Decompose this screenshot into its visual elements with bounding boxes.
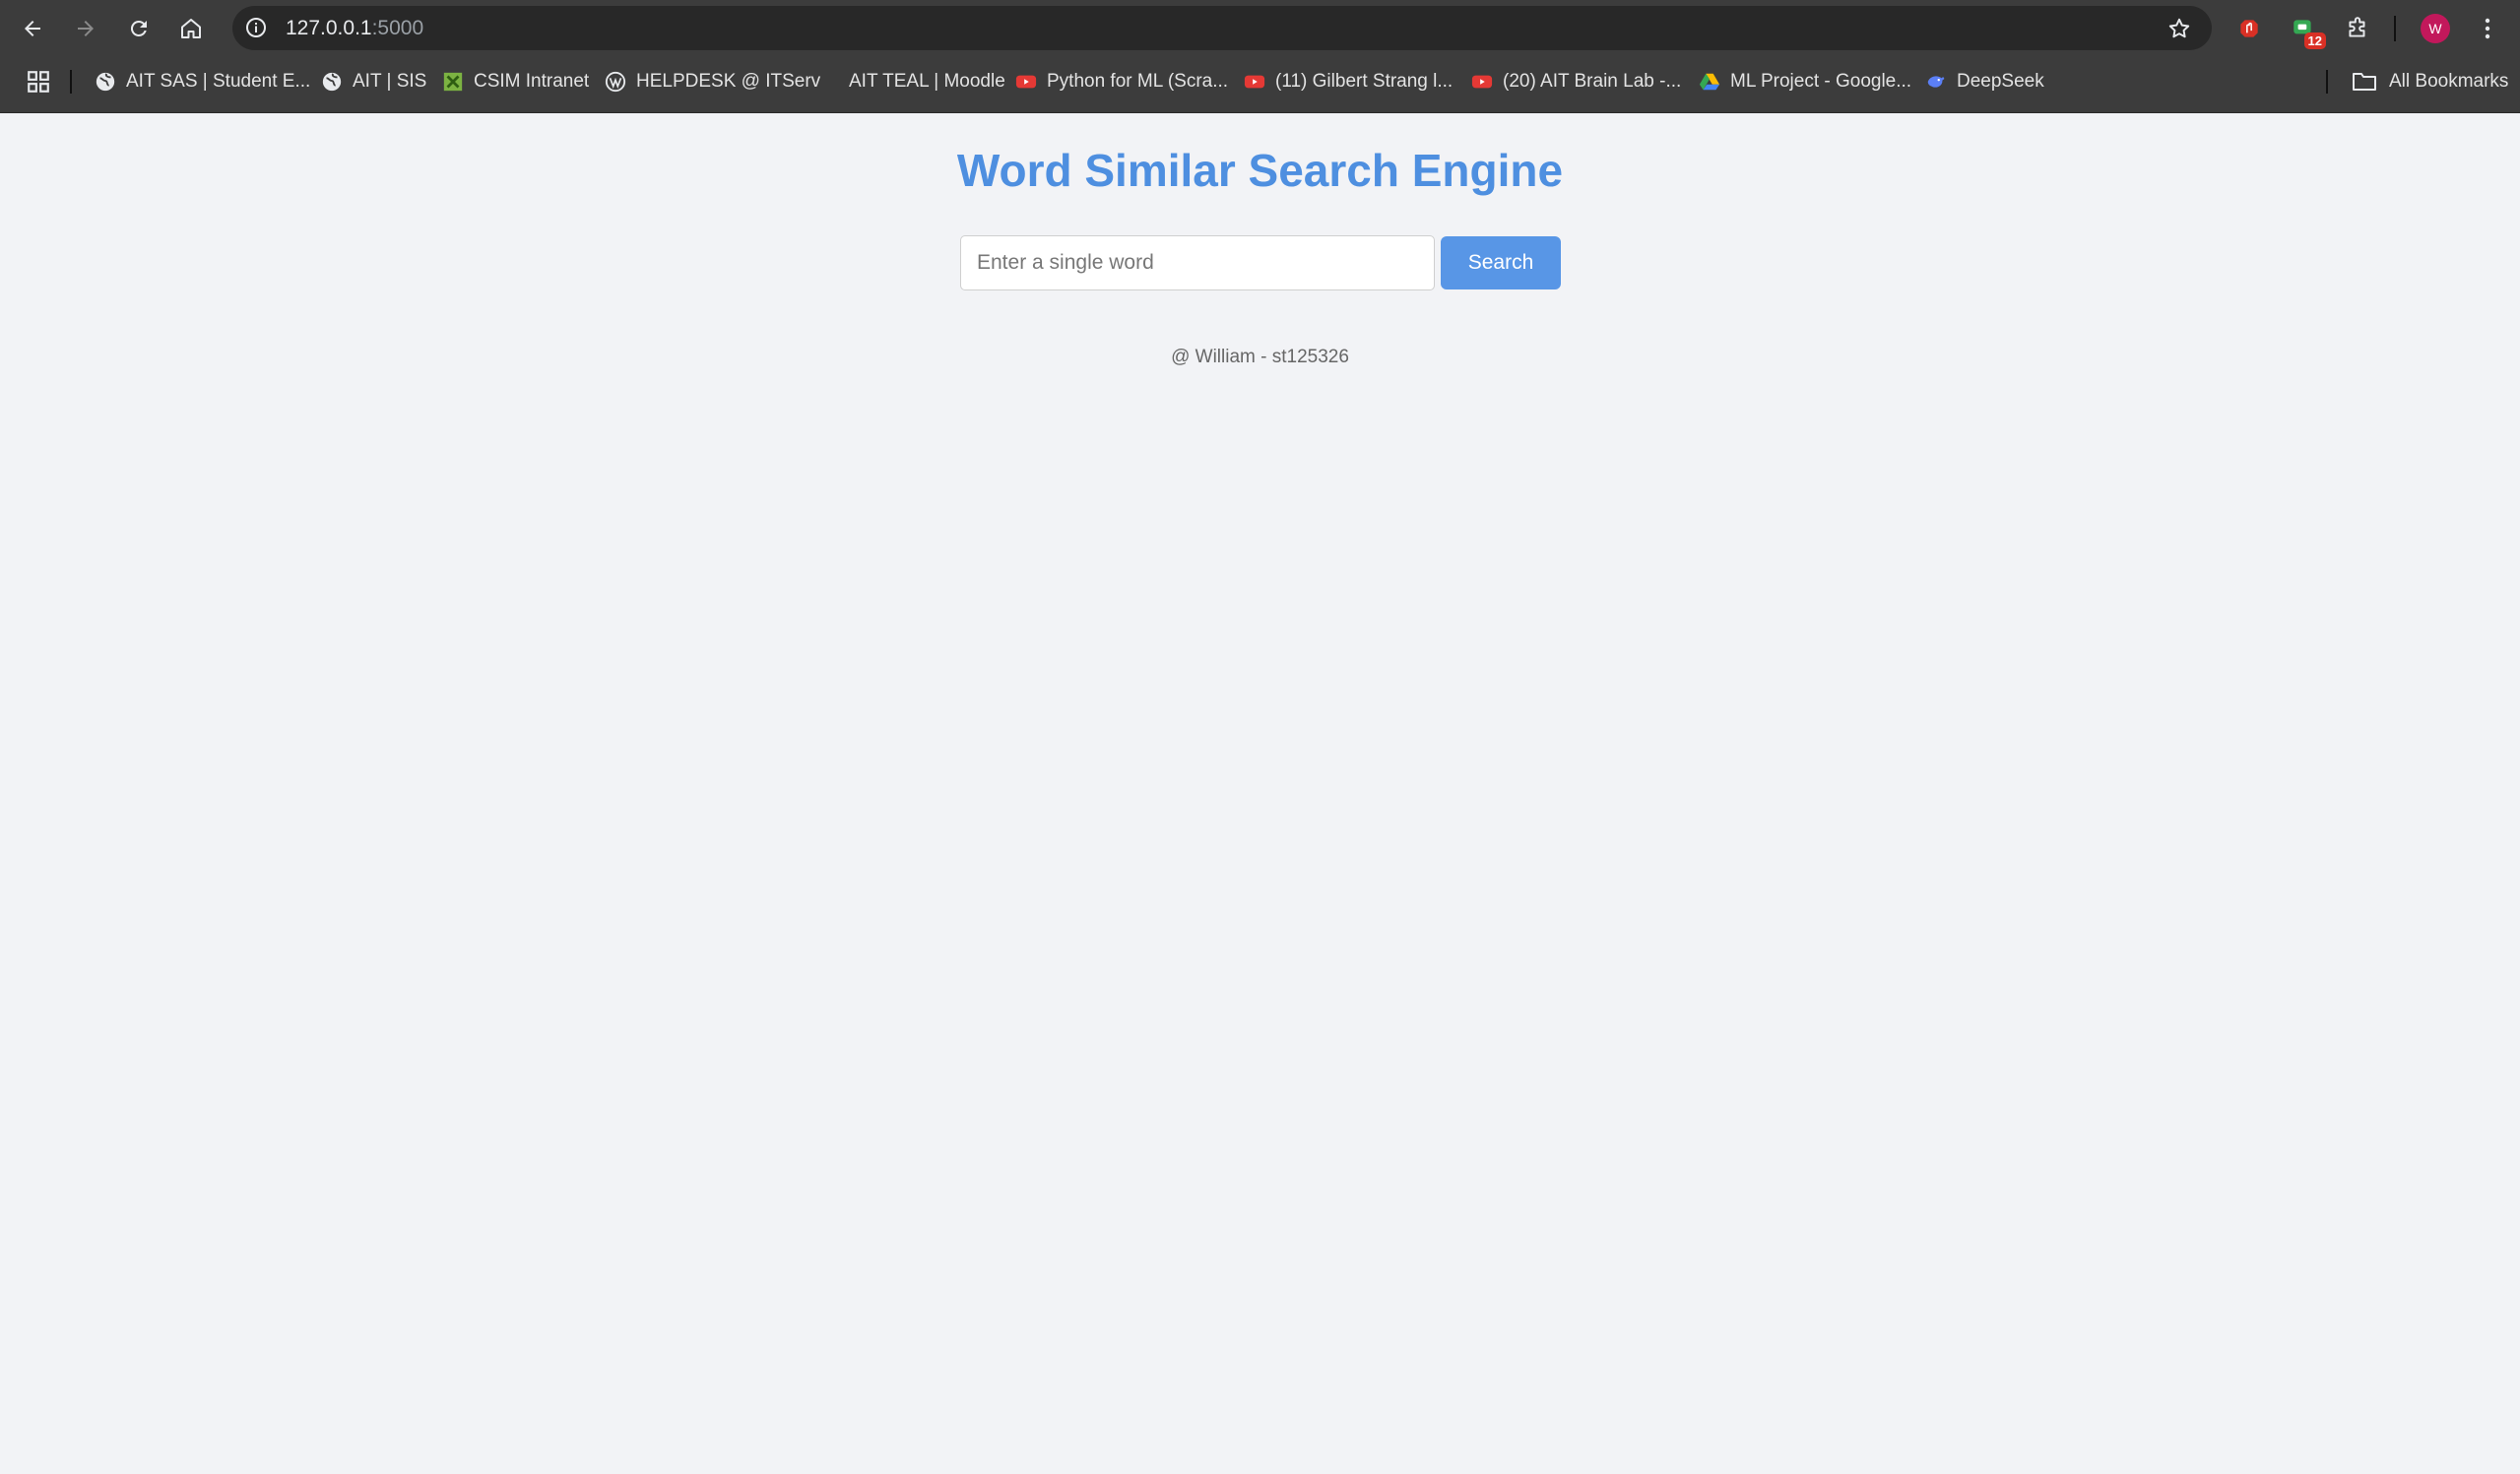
address-bar[interactable]: 127.0.0.1:5000: [232, 6, 2212, 50]
site-info-icon[interactable]: [244, 16, 268, 39]
page-title: Word Similar Search Engine: [956, 145, 1564, 196]
extension-badge: 12: [2303, 32, 2326, 49]
extension-chat-button[interactable]: 12: [2287, 12, 2326, 49]
bookmark-ait-sas[interactable]: AIT SAS | Student E...: [95, 61, 310, 102]
bookmark-label: DeepSeek: [1957, 71, 2044, 92]
bookmark-ait-brain-lab[interactable]: (20) AIT Brain Lab -...: [1471, 61, 1681, 102]
bookmarks-bar: AIT SAS | Student E... AIT | SIS CSIM In…: [0, 61, 2520, 102]
bookmark-ait-teal-moodle[interactable]: AIT TEAL | Moodle: [817, 61, 1005, 102]
bookmark-label: ML Project - Google...: [1730, 71, 1912, 92]
url-port: :5000: [371, 17, 424, 39]
bookmarks-divider: [2326, 70, 2328, 94]
apps-grid-icon[interactable]: [26, 69, 51, 95]
moodle-icon: [817, 71, 839, 93]
extensions-button[interactable]: [2341, 12, 2374, 45]
reload-icon: [130, 20, 147, 36]
forward-arrow-icon: [78, 21, 94, 36]
folder-icon: [2352, 71, 2377, 93]
csim-icon: [442, 71, 464, 93]
reload-button[interactable]: [120, 10, 158, 47]
home-button[interactable]: [172, 10, 210, 47]
globe-icon: [321, 71, 343, 93]
wordpress-icon: [605, 71, 626, 93]
youtube-icon: [1244, 71, 1265, 93]
adblock-hand-icon: [2240, 20, 2258, 37]
bookmark-label: AIT SAS | Student E...: [126, 71, 311, 92]
bookmark-label: AIT TEAL | Moodle: [849, 71, 1005, 92]
back-button[interactable]: [14, 10, 51, 47]
search-button[interactable]: Search: [1441, 236, 1561, 289]
browser-menu-icon[interactable]: [2476, 12, 2499, 45]
bookmark-gilbert-strang[interactable]: (11) Gilbert Strang l...: [1244, 61, 1453, 102]
profile-avatar[interactable]: W: [2421, 14, 2450, 43]
bookmark-ait-sis[interactable]: AIT | SIS: [321, 61, 426, 102]
bookmarks-divider: [70, 70, 72, 94]
author-footer: @ William - st125326: [1171, 347, 1349, 367]
bookmark-csim-intranet[interactable]: CSIM Intranet: [442, 61, 589, 102]
bookmark-helpdesk[interactable]: HELPDESK @ ITServ: [605, 61, 820, 102]
bookmark-label: (11) Gilbert Strang l...: [1275, 71, 1454, 92]
back-arrow-icon: [25, 21, 40, 36]
youtube-icon: [1015, 71, 1037, 93]
deepseek-icon: [1925, 71, 1947, 93]
bookmark-python-for-ml[interactable]: Python for ML (Scra...: [1015, 61, 1228, 102]
browser-toolbar: 127.0.0.1:5000 12 W: [0, 0, 2520, 56]
forward-button[interactable]: [67, 10, 104, 47]
url-host: 127.0.0.1: [286, 17, 372, 39]
all-bookmarks-label: All Bookmarks: [2389, 71, 2509, 92]
extension-adblock-button[interactable]: [2232, 12, 2266, 45]
bookmark-label: (20) AIT Brain Lab -...: [1503, 71, 1682, 92]
bookmark-label: CSIM Intranet: [474, 71, 590, 92]
bookmark-ml-project[interactable]: ML Project - Google...: [1699, 61, 1911, 102]
bookmark-label: Python for ML (Scra...: [1047, 71, 1229, 92]
globe-icon: [95, 71, 116, 93]
youtube-icon: [1471, 71, 1493, 93]
toolbar-divider: [2394, 16, 2396, 41]
bookmark-label: AIT | SIS: [353, 71, 427, 92]
all-bookmarks-button[interactable]: All Bookmarks: [2352, 61, 2508, 102]
page-content: Word Similar Search Engine Search @ Will…: [0, 114, 2520, 1474]
puzzle-icon: [2349, 17, 2365, 37]
url-text[interactable]: 127.0.0.1:5000: [286, 6, 423, 50]
google-drive-icon: [1699, 71, 1720, 93]
browser-chrome: 127.0.0.1:5000 12 W AIT SAS | Student E.…: [0, 0, 2520, 113]
search-input[interactable]: [960, 235, 1435, 290]
bookmark-star-icon[interactable]: [2166, 16, 2192, 41]
bookmark-label: HELPDESK @ ITServ: [636, 71, 821, 92]
bookmark-deepseek[interactable]: DeepSeek: [1925, 61, 2044, 102]
home-icon: [181, 19, 201, 38]
